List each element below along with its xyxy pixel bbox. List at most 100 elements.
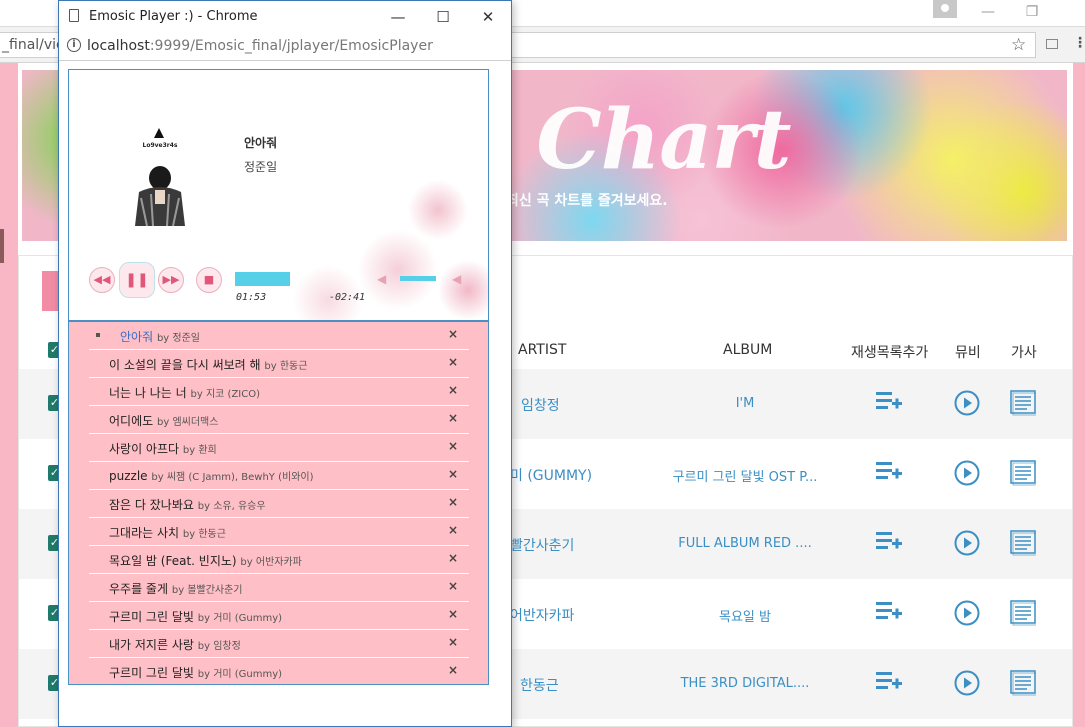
popup-address-bar[interactable]: i localhost:9999/Emosic_final/jplayer/Em… [59, 33, 511, 61]
playlist-item-title: 그대라는 사치 [109, 526, 180, 540]
bookmark-star-icon[interactable]: ☆ [1011, 35, 1026, 55]
playlist-item-label: 구르미 그린 달빛 by 거미 (Gummy) [109, 608, 282, 625]
playlist-item-label: 잠은 다 잤나봐요 by 소유, 유승우 [109, 496, 266, 513]
row-album[interactable]: I'M [645, 396, 845, 411]
previous-button[interactable]: ◀◀ [89, 267, 115, 293]
row-album[interactable]: 구르미 그린 달빛 OST P... [645, 466, 845, 485]
remove-track-icon[interactable]: × [448, 467, 458, 481]
popup-url-path: :9999/Emosic_final/jplayer/EmosicPlayer [149, 38, 433, 54]
play-pause-button[interactable]: ❚❚ [119, 262, 155, 298]
playlist-item-label: 목요일 밤 (Feat. 빈지노) by 어반자카파 [109, 552, 302, 569]
popup-window-title: Emosic Player :) - Chrome [89, 9, 258, 24]
music-video-play-icon[interactable] [954, 530, 980, 560]
volume-max-icon[interactable]: ◀ [452, 272, 461, 286]
popup-close-button[interactable]: ✕ [473, 7, 503, 27]
row-artist[interactable]: 빨간사춘기 [510, 535, 574, 555]
playlist-item-artist: by 한동근 [182, 529, 226, 540]
playlist-item-title: 안아줘 [120, 330, 154, 344]
playlist-item[interactable]: 구르미 그린 달빛 by 거미 (Gummy) × [89, 658, 469, 686]
user-profile-icon[interactable] [933, 0, 957, 18]
remove-track-icon[interactable]: × [448, 607, 458, 621]
playlist-item-artist: by 한동근 [264, 361, 308, 372]
playlist-item[interactable]: 내가 저지른 사랑 by 임창정 × [89, 630, 469, 658]
row-artist[interactable]: 한동근 [520, 675, 559, 695]
row-artist[interactable]: 어반자카파 [510, 605, 574, 625]
add-to-playlist-icon[interactable] [876, 600, 904, 626]
remove-track-icon[interactable]: × [448, 355, 458, 369]
playlist-item-artist: by 어반자카파 [240, 557, 302, 568]
volume-mute-icon[interactable]: ◀ [377, 272, 386, 286]
cover-label: Lo9ve3r4s [142, 142, 178, 149]
seek-progress-bar[interactable] [235, 272, 290, 286]
add-to-playlist-icon[interactable] [876, 670, 904, 696]
add-to-playlist-icon[interactable] [876, 390, 904, 416]
lyrics-icon[interactable] [1010, 600, 1038, 630]
row-artist[interactable]: 임창정 [521, 395, 560, 415]
lyrics-icon[interactable] [1010, 460, 1038, 490]
now-playing-title: 안아줘 [244, 136, 278, 150]
remove-track-icon[interactable]: × [448, 411, 458, 425]
popup-titlebar: Emosic Player :) - Chrome — ☐ ✕ [59, 1, 511, 33]
now-playing-artist: 정준일 [244, 160, 278, 174]
remove-track-icon[interactable]: × [448, 439, 458, 453]
playlist-item[interactable]: 사랑이 아프다 by 환희 × [89, 434, 469, 462]
extension-icon[interactable] [1046, 39, 1058, 49]
player-popup-window: Emosic Player :) - Chrome — ☐ ✕ i localh… [58, 0, 512, 727]
playlist-item[interactable]: 너는 나 나는 너 by 지코 (ZICO) × [89, 378, 469, 406]
playlist-item-artist: by 정준일 [156, 333, 200, 344]
column-header-album: ALBUM [723, 342, 773, 358]
remove-track-icon[interactable]: × [448, 383, 458, 397]
popup-maximize-button[interactable]: ☐ [428, 7, 458, 27]
playlist-item[interactable]: 안아줘 by 정준일 × [89, 322, 469, 350]
remove-track-icon[interactable]: × [448, 663, 458, 677]
next-button[interactable]: ▶▶ [158, 267, 184, 293]
add-to-playlist-icon[interactable] [876, 530, 904, 556]
lyrics-icon[interactable] [1010, 670, 1038, 700]
row-artist[interactable]: 미 (GUMMY) [510, 465, 592, 485]
remove-track-icon[interactable]: × [448, 635, 458, 649]
playlist-item[interactable]: 어디에도 by 엠씨더맥스 × [89, 406, 469, 434]
remove-track-icon[interactable]: × [448, 579, 458, 593]
main-restore-button[interactable]: ❐ [1018, 2, 1046, 22]
page-edge-strip [0, 229, 4, 263]
music-video-play-icon[interactable] [954, 670, 980, 700]
remove-track-icon[interactable]: × [448, 523, 458, 537]
music-video-play-icon[interactable] [954, 460, 980, 490]
playlist-item-title: 잠은 다 잤나봐요 [109, 498, 194, 512]
row-album[interactable]: FULL ALBUM RED .... [645, 536, 845, 551]
playlist-item[interactable]: 구르미 그린 달빛 by 거미 (Gummy) × [89, 602, 469, 630]
add-to-playlist-icon[interactable] [876, 460, 904, 486]
playlist-item[interactable]: 잠은 다 잤나봐요 by 소유, 유승우 × [89, 490, 469, 518]
banner-title: t Chart [472, 92, 792, 188]
playlist-item-title: 우주를 줄게 [109, 582, 169, 596]
playlist-item[interactable]: 그대라는 사치 by 한동근 × [89, 518, 469, 546]
current-time: 01:53 [236, 292, 267, 303]
remove-track-icon[interactable]: × [448, 327, 458, 341]
chart-section-marker [42, 271, 58, 311]
playlist-item[interactable]: 이 소설의 끝을 다시 써보려 해 by 한동근 × [89, 350, 469, 378]
browser-menu-icon[interactable]: ⋮ [1073, 35, 1085, 51]
playlist-item-artist: by 볼빨간사춘기 [171, 585, 243, 596]
playlist-item-title: 사랑이 아프다 [109, 442, 180, 456]
remove-track-icon[interactable]: × [448, 551, 458, 565]
cover-triangle-icon [154, 128, 164, 138]
playlist-item[interactable]: 우주를 줄게 by 볼빨간사춘기 × [89, 574, 469, 602]
playlist-item[interactable]: 목요일 밤 (Feat. 빈지노) by 어반자카파 × [89, 546, 469, 574]
lyrics-icon[interactable] [1010, 530, 1038, 560]
playlist-item-artist: by 임창정 [197, 641, 241, 652]
playlist-item-artist: by 지코 (ZICO) [190, 389, 260, 400]
playlist-item[interactable]: puzzle by 씨잼 (C Jamm), BewhY (비와이) × [89, 462, 469, 490]
main-minimize-button[interactable]: — [974, 2, 1002, 22]
row-album[interactable]: THE 3RD DIGITAL.... [645, 676, 845, 691]
column-header-artist: ARTIST [518, 342, 567, 358]
row-album[interactable]: 목요일 밤 [645, 606, 845, 625]
music-video-play-icon[interactable] [954, 390, 980, 420]
volume-slider[interactable] [400, 276, 436, 281]
playlist-item-label: 안아줘 by 정준일 [120, 328, 200, 345]
remove-track-icon[interactable]: × [448, 495, 458, 509]
site-info-icon[interactable]: i [67, 38, 81, 52]
popup-minimize-button[interactable]: — [383, 7, 413, 27]
lyrics-icon[interactable] [1010, 390, 1038, 420]
music-video-play-icon[interactable] [954, 600, 980, 630]
stop-button[interactable]: ■ [196, 267, 222, 293]
